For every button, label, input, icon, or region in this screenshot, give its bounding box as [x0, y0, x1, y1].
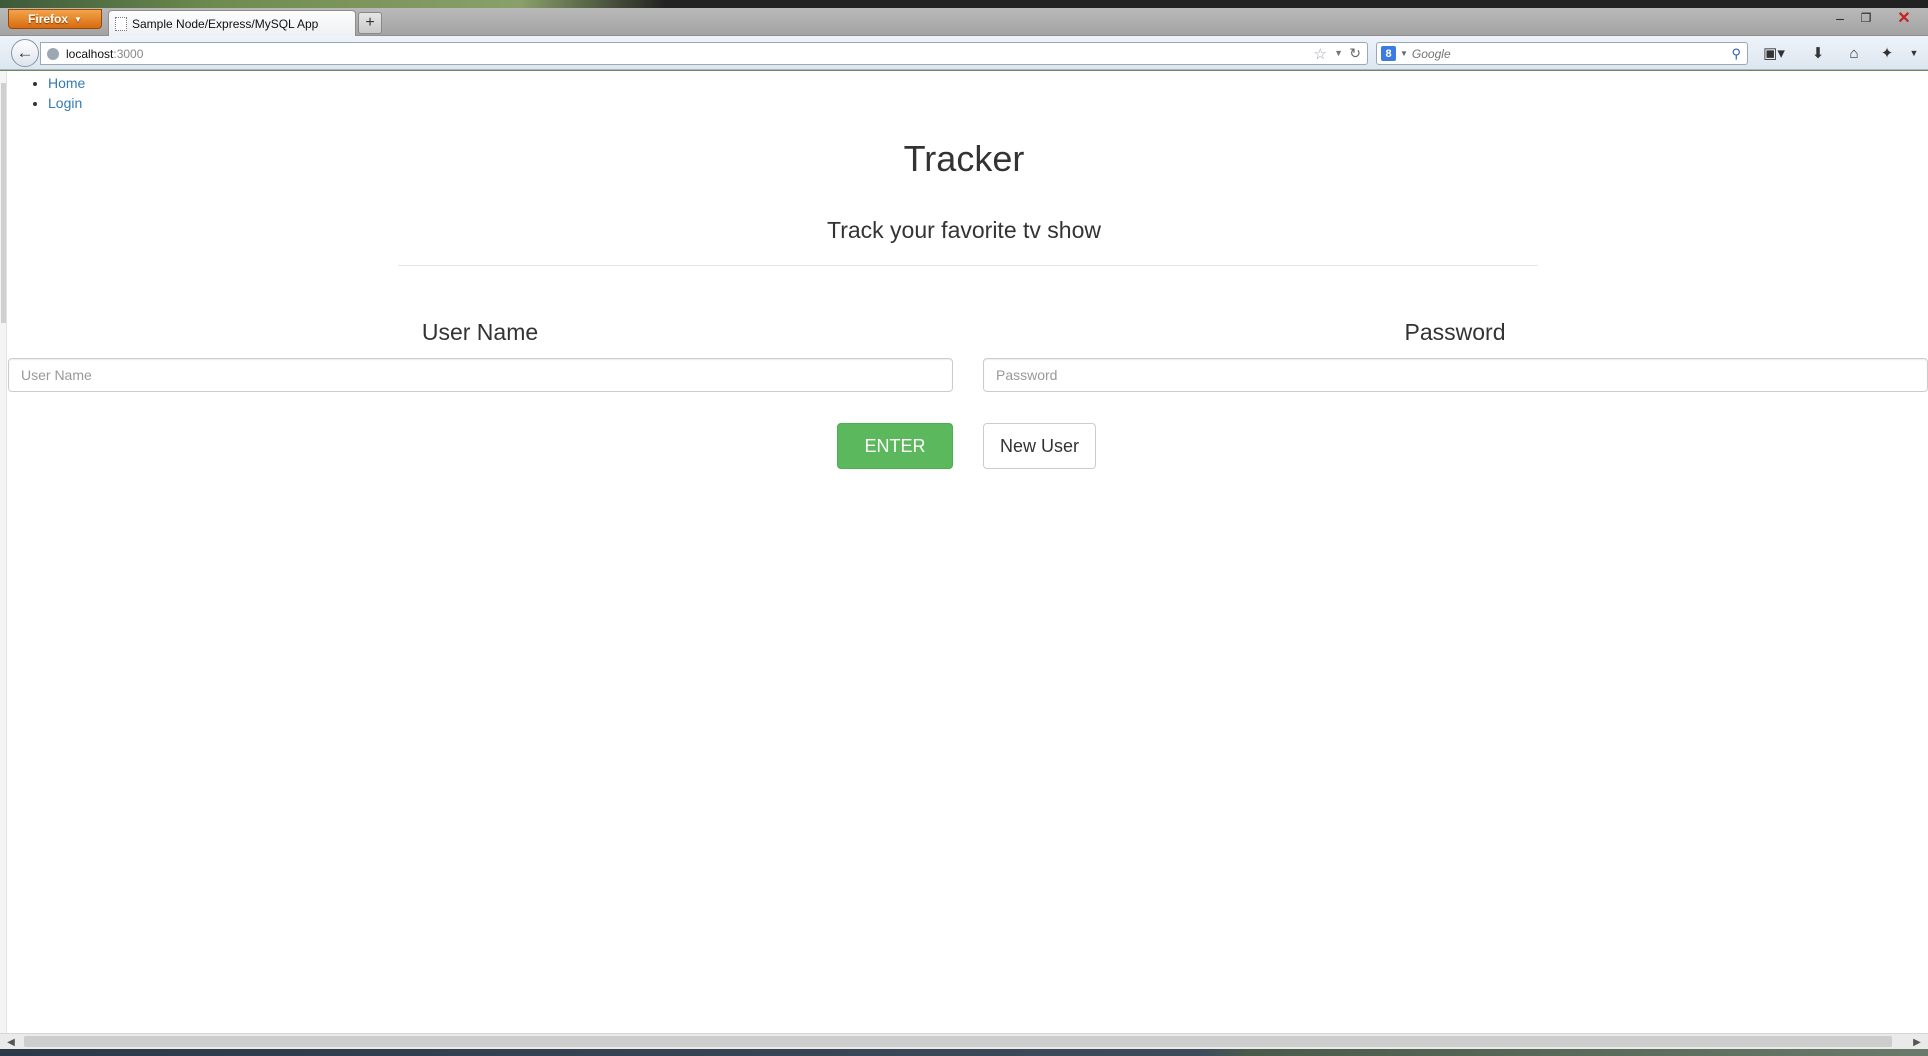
nav-list: Home Login	[36, 73, 85, 113]
chevron-down-icon[interactable]: ▼	[1334, 48, 1343, 58]
search-bar[interactable]: 8 ▼ ⚲	[1376, 42, 1748, 65]
new-user-button[interactable]: New User	[983, 423, 1096, 469]
firefox-menu-label: Firefox	[28, 12, 69, 26]
globe-icon	[47, 47, 59, 60]
scrollbar-thumb[interactable]	[1, 83, 6, 323]
taskbar	[0, 1049, 1928, 1056]
scroll-right-icon[interactable]: ▶	[1908, 1034, 1926, 1050]
address-bar[interactable]: localhost:3000 ☆ ▼ ↻	[40, 42, 1368, 65]
password-label: Password	[1404, 319, 1506, 345]
home-icon[interactable]: ⌂	[1842, 44, 1866, 62]
chevron-down-icon[interactable]: ▼	[1904, 44, 1924, 62]
search-input[interactable]	[1411, 46, 1712, 61]
desktop-background	[0, 0, 1928, 8]
browser-toolbar: ← localhost:3000 ☆ ▼ ↻ 8 ▼ ⚲ ▣▾ ⬇ ⌂ ✦ ▼	[0, 36, 1928, 70]
star-icon[interactable]: ☆	[1314, 45, 1327, 63]
restore-icon[interactable]: ❐	[1854, 8, 1878, 28]
browser-titlebar: Firefox ▼ Sample Node/Express/MySQL App …	[0, 8, 1928, 36]
back-arrow-icon[interactable]: ←	[11, 39, 39, 67]
page-viewport: Home Login Tracker Track your favorite t…	[0, 71, 1928, 1033]
minimize-icon[interactable]: –	[1828, 8, 1852, 28]
magnifier-icon[interactable]: ⚲	[1731, 46, 1741, 62]
tab-title: Sample Node/Express/MySQL App	[132, 16, 319, 31]
page-subtitle: Track your favorite tv show	[827, 217, 1101, 243]
nav-link-home[interactable]: Home	[48, 75, 85, 91]
page-title: Tracker	[903, 138, 1025, 179]
nav-link-login[interactable]: Login	[48, 95, 82, 111]
username-field[interactable]	[8, 358, 953, 392]
password-field[interactable]	[983, 358, 1928, 392]
google-icon[interactable]: 8	[1381, 46, 1396, 61]
browser-tab[interactable]: Sample Node/Express/MySQL App	[108, 10, 356, 36]
bookmarks-icon[interactable]: ▣▾	[1760, 44, 1788, 62]
page-icon	[115, 16, 127, 31]
enter-button[interactable]: ENTER	[837, 423, 953, 469]
url-host: localhost	[66, 46, 114, 61]
chevron-down-icon: ▼	[74, 14, 82, 24]
firefox-menu-button[interactable]: Firefox ▼	[8, 9, 102, 29]
url-port: :3000	[113, 46, 144, 61]
username-label: User Name	[421, 319, 539, 345]
download-icon[interactable]: ⬇	[1806, 44, 1830, 62]
reload-icon[interactable]: ↻	[1349, 45, 1361, 62]
scroll-left-icon[interactable]: ◀	[2, 1034, 20, 1050]
close-icon[interactable]: ✕	[1882, 8, 1926, 28]
new-tab-button[interactable]: +	[358, 12, 382, 34]
vertical-scrollbar[interactable]	[0, 71, 7, 1033]
list-item: Home	[48, 73, 85, 93]
scrollbar-thumb[interactable]	[24, 1036, 1892, 1047]
chevron-down-icon[interactable]: ▼	[1400, 49, 1408, 58]
horizontal-scrollbar[interactable]: ◀ ▶	[0, 1033, 1928, 1049]
list-item: Login	[48, 93, 85, 113]
addon-icon[interactable]: ✦	[1876, 44, 1898, 62]
divider	[398, 265, 1538, 266]
